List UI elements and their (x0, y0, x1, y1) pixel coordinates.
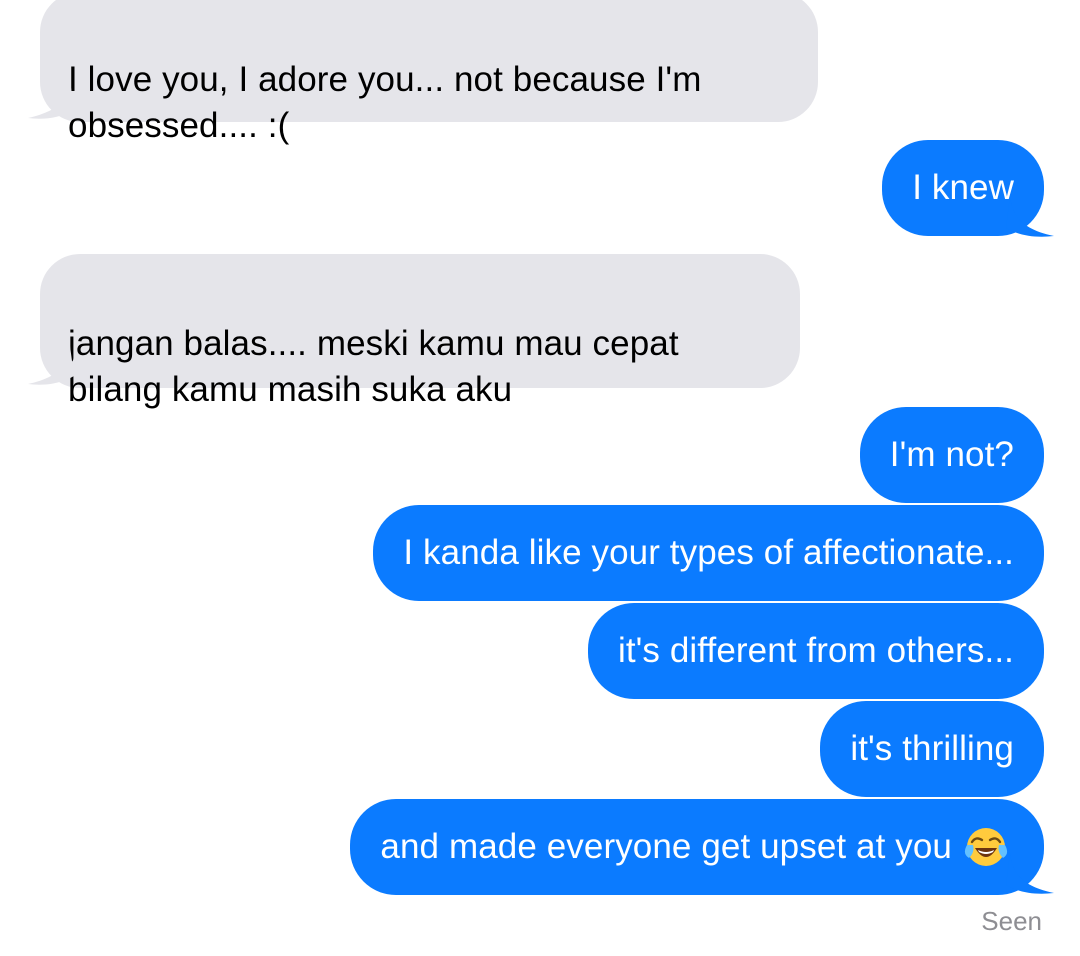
incoming-bubble-tail (28, 80, 74, 119)
outgoing-message-bubble[interactable]: I kanda like your types of affectionate.… (373, 505, 1044, 601)
outgoing-message-bubble[interactable]: I'm not? (859, 407, 1044, 503)
incoming-message-bubble[interactable]: I love you, I adore you... not because I… (40, 0, 818, 145)
message-text: I love you, I adore you... not because I… (68, 60, 702, 145)
incoming-message-bubble[interactable]: jangan balas.... meski kamu mau cepat bi… (40, 254, 800, 409)
message-text: it's thrilling (850, 729, 1014, 768)
outgoing-message-bubble[interactable]: it's thrilling (820, 701, 1044, 797)
outgoing-message-bubble[interactable]: and made everyone get upset at you (350, 799, 1044, 895)
message-text: jangan balas.... meski kamu mau cepat bi… (68, 324, 679, 409)
incoming-bubble-tail (28, 346, 74, 385)
message-text: I knew (912, 168, 1014, 207)
outgoing-message-bubble[interactable]: it's different from others... (587, 603, 1044, 699)
message-text: and made everyone get upset at you (380, 827, 952, 866)
outgoing-bubble-tail (1006, 853, 1054, 894)
face-with-tears-of-joy-icon (964, 828, 1008, 866)
message-text: it's different from others... (617, 631, 1014, 670)
outgoing-bubble-tail (1006, 196, 1054, 237)
message-text: I'm not? (889, 435, 1014, 474)
read-receipt: Seen (981, 906, 1042, 936)
message-text: I kanda like your types of affectionate.… (403, 533, 1014, 572)
